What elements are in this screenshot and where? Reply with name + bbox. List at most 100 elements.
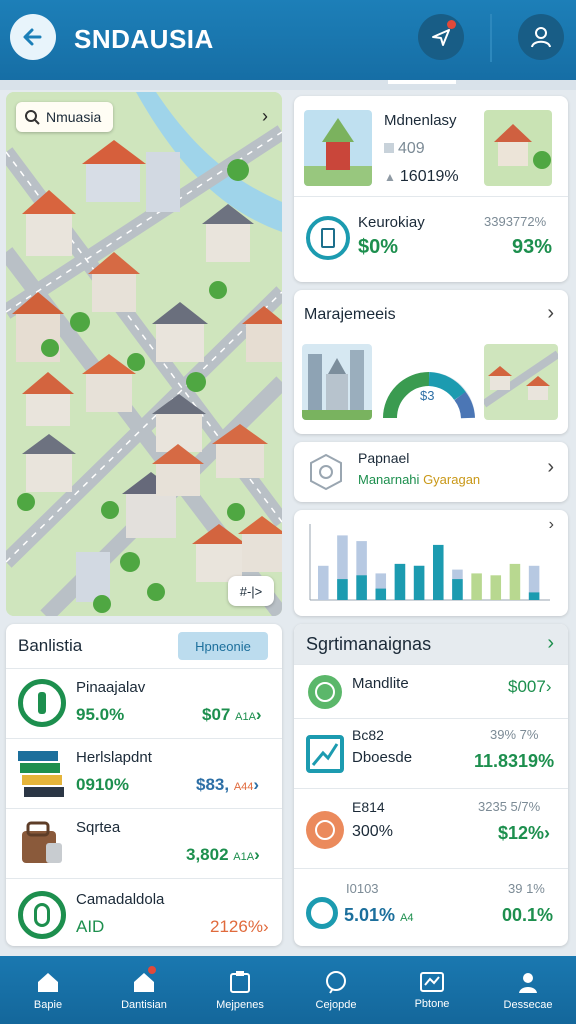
list-item-name: Camadaldola (76, 891, 165, 908)
list-item[interactable]: Camadaldola AID 2126%› (6, 878, 282, 946)
panel-subtitle: Manarnahi Gyaragan (358, 472, 481, 487)
chart-bar (471, 573, 482, 600)
list-item-value: 95.0% (76, 705, 125, 724)
map-search-chip[interactable]: Nmuasia (16, 102, 114, 132)
list-item-name: E814 (352, 799, 385, 815)
cards-icon (18, 751, 64, 797)
progress-ring-icon (306, 216, 350, 260)
expand-icon[interactable]: › (549, 516, 554, 534)
list-item[interactable]: Bc82 Dboesde 39% 7% 11.8319% (294, 718, 568, 788)
clipboard-icon (230, 970, 250, 993)
list-item-right: $83, A44› (196, 775, 260, 794)
list-item-sub: 300% (352, 823, 393, 840)
chart-bar (356, 575, 367, 600)
sub-title: Keurokiay (358, 214, 425, 231)
left-list-panel: Banlistia Hpneonie Pinaajalav 95.0% $07 … (6, 624, 282, 946)
city-map[interactable]: Nmuasia › #-|> (6, 92, 282, 616)
list-item-right: 2126%› (210, 917, 269, 936)
map-illustration (6, 92, 282, 616)
gauge-value: $3 (420, 388, 435, 403)
chart-bar (375, 588, 387, 600)
panel-title: Papnael (358, 450, 410, 466)
arrow-left-icon (23, 28, 42, 46)
list-item-value: 0910% (76, 775, 129, 794)
user-icon (531, 27, 551, 48)
nav-item-reports[interactable]: Mejpenes (192, 956, 288, 1024)
map-zoom-control[interactable]: #-|> (228, 576, 274, 606)
list-item-name: Sqrtea (76, 819, 121, 836)
nav-item-dashboard[interactable]: Dantisian (96, 956, 192, 1024)
stat-two: ▲ 16019% (384, 168, 459, 185)
list-item-name: Bc82 (352, 727, 384, 743)
notification-button[interactable] (418, 14, 464, 60)
city-thumbnail (302, 344, 372, 420)
chevron-right-icon[interactable]: › (547, 302, 554, 325)
chevron-right-icon[interactable]: › (262, 106, 268, 127)
bar-chart-card[interactable]: › (294, 510, 568, 616)
triangle-icon: ▲ (384, 170, 396, 184)
left-panel-title: Banlistia (18, 636, 83, 655)
panel-card[interactable]: Papnael Manarnahi Gyaragan › (294, 442, 568, 502)
send-icon (432, 29, 450, 46)
chevron-right-icon[interactable]: › (547, 632, 554, 655)
sub-right-value: 93% (512, 236, 553, 258)
right-list-panel: Sgrtimanaignas › Mandlite $007› Bc82 Dbo… (294, 624, 568, 946)
bar-chart (309, 524, 550, 601)
list-item[interactable]: Pinaajalav 95.0% $07 A1A› (6, 668, 282, 736)
list-item-right-grey: 39% 7% (490, 727, 539, 742)
stat-one: 409 (384, 140, 425, 158)
nav-badge (148, 966, 156, 974)
nav-item-profile[interactable]: Dessecae (480, 956, 576, 1024)
list-item-right-grey: 3235 5/7% (478, 799, 541, 814)
search-icon (25, 110, 40, 125)
smile-icon (308, 675, 342, 709)
list-item[interactable]: Sqrtea 3,802 A1A› (6, 808, 282, 876)
chart-pie-icon (306, 811, 344, 849)
person-icon (519, 972, 537, 993)
landmark-thumbnail (304, 110, 372, 186)
left-panel-tag[interactable]: Hpneonie (178, 632, 268, 660)
list-item[interactable]: I0103 5.01% A4 39 1% 00.1% (294, 868, 568, 946)
chart-bar (528, 592, 540, 600)
chevron-right-icon[interactable]: › (547, 456, 554, 479)
management-title: Marajemeeis (304, 306, 396, 323)
list-item-right: $12%› (498, 823, 551, 843)
list-item-right: 11.8319% (474, 751, 555, 771)
management-card[interactable]: Marajemeeis › $3 (294, 290, 568, 434)
list-item-right-grey: 39 1% (508, 881, 545, 896)
chart-bar (394, 563, 406, 600)
nav-item-chat[interactable]: Cejopde (288, 956, 384, 1024)
card-divider (294, 196, 568, 197)
profile-button[interactable] (518, 14, 564, 60)
coin-icon (18, 891, 66, 939)
chart-bar (490, 575, 502, 600)
nav-item-home[interactable]: Bapie (0, 956, 96, 1024)
header-subbar (0, 80, 576, 90)
chart-bar (433, 544, 444, 600)
chart-bar (318, 565, 329, 600)
chart-bar (413, 565, 425, 600)
network-icon (310, 453, 342, 491)
wrench-icon (18, 679, 66, 727)
bottom-nav: Bapie Dantisian Mejpenes Cejopde Pbtone … (0, 956, 576, 1024)
summary-card[interactable]: Mdnenlasy 409 ▲ 16019% Keurokiay $0% 3393… (294, 96, 568, 282)
sub-right-grey: 3393772% (484, 214, 547, 229)
list-item-name: Pinaajalav (76, 679, 146, 696)
list-item[interactable]: Herlslapdnt 0910% $83, A44› (6, 738, 282, 806)
nav-label: Bapie (33, 998, 63, 1011)
map-icon (420, 971, 444, 992)
home-icon (38, 972, 58, 992)
nav-label: Cejopde (315, 998, 357, 1011)
app-header: SNDAUSIA (0, 0, 576, 80)
list-item-sub: 5.01% A4 (344, 905, 414, 925)
district-thumbnail (484, 344, 558, 420)
nav-item-map[interactable]: Pbtone (384, 956, 480, 1024)
nav-label: Dessecae (503, 998, 553, 1011)
list-item-right: 3,802 A1A› (186, 845, 260, 864)
card-title: Mdnenlasy (384, 112, 457, 129)
list-item-right: $07 A1A› (202, 705, 262, 724)
header-divider (490, 14, 492, 62)
back-button[interactable] (10, 14, 56, 60)
bag-icon (22, 821, 62, 863)
list-item[interactable]: E814 300% 3235 5/7% $12%› (294, 788, 568, 862)
